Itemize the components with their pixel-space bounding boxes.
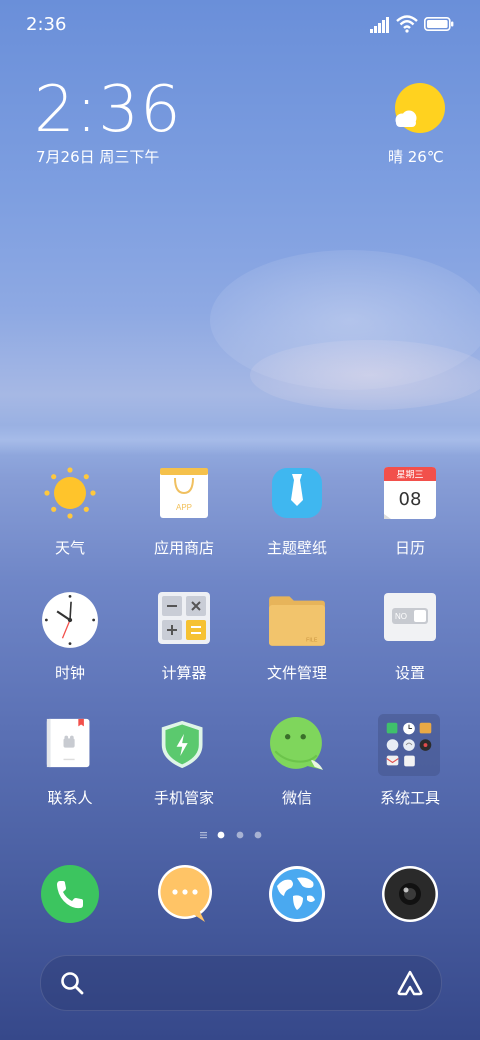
app-settings[interactable]: NO 设置 [350, 585, 470, 695]
search-icon [61, 972, 84, 995]
shield-bolt-icon [161, 720, 203, 769]
calendar-weekday: 星期三 [396, 470, 423, 481]
signal-icon [370, 17, 389, 33]
toggle-switch-icon: NO [384, 593, 436, 641]
calendar-icon: 星期三 08 [384, 467, 436, 519]
app-clock[interactable]: 时钟 [10, 585, 130, 695]
home-list-indicator-icon [200, 832, 207, 839]
app-themes[interactable]: 主题壁纸 [237, 460, 357, 570]
app-system-tools-folder[interactable]: 系统工具 [350, 710, 470, 820]
app-calendar[interactable]: 星期三 08 日历 [350, 460, 470, 570]
battery-icon [424, 17, 454, 31]
app-label: 时钟 [54, 664, 85, 682]
app-wechat[interactable]: 微信 [237, 710, 357, 820]
calendar-day: 08 [399, 489, 422, 510]
toggle-text: NO [395, 612, 407, 621]
assistant-icon[interactable] [395, 968, 425, 998]
app-security[interactable]: 手机管家 [124, 710, 244, 820]
page-indicator[interactable] [196, 829, 276, 841]
store-icon-text: APP [176, 503, 192, 512]
app-label: 日历 [394, 539, 425, 557]
phone-icon[interactable] [40, 864, 100, 924]
clock-widget-date: 7月26日 周三下午 [36, 148, 160, 166]
app-label: 文件管理 [266, 664, 327, 682]
clock-widget-time[interactable]: 2:36 [34, 75, 182, 145]
wifi-icon [396, 15, 418, 33]
shirt-tie-icon [272, 468, 322, 518]
clock-icon [42, 592, 98, 648]
shopping-bag-icon: APP [160, 468, 208, 518]
app-label: 计算器 [161, 664, 207, 682]
wallpaper-cloud [250, 340, 480, 410]
app-weather[interactable]: 天气 [10, 460, 130, 570]
contacts-book-icon [46, 718, 90, 768]
globe-icon[interactable] [267, 864, 327, 924]
app-calculator[interactable]: 计算器 [124, 585, 244, 695]
sun-icon [44, 467, 96, 519]
app-label: 系统工具 [379, 789, 440, 807]
camera-icon[interactable] [380, 864, 440, 924]
calculator-icon [158, 592, 210, 644]
app-label: 天气 [54, 539, 85, 557]
chat-bubble-icon [270, 717, 323, 770]
status-time: 2:36 [26, 14, 67, 35]
app-label: 联系人 [47, 789, 93, 807]
app-contacts[interactable]: 联系人 [10, 710, 130, 820]
folder-icon: FILE [269, 596, 325, 646]
app-store[interactable]: APP 应用商店 [124, 460, 244, 570]
weather-sunny-cloud-icon[interactable] [390, 82, 446, 138]
app-label: 手机管家 [153, 789, 214, 807]
search-bar[interactable] [40, 955, 442, 1011]
app-label: 设置 [394, 664, 425, 682]
app-label: 应用商店 [153, 539, 214, 557]
wallpaper-horizon [0, 425, 480, 455]
message-bubble-icon[interactable] [155, 864, 215, 924]
folder-grid-icon [378, 714, 440, 776]
app-label: 微信 [281, 789, 312, 807]
app-label: 主题壁纸 [266, 539, 327, 557]
app-files[interactable]: FILE 文件管理 [237, 585, 357, 695]
status-bar: 2:36 [0, 0, 480, 50]
file-icon-tag: FILE [306, 637, 318, 643]
weather-text: 晴 26℃ [388, 148, 444, 166]
